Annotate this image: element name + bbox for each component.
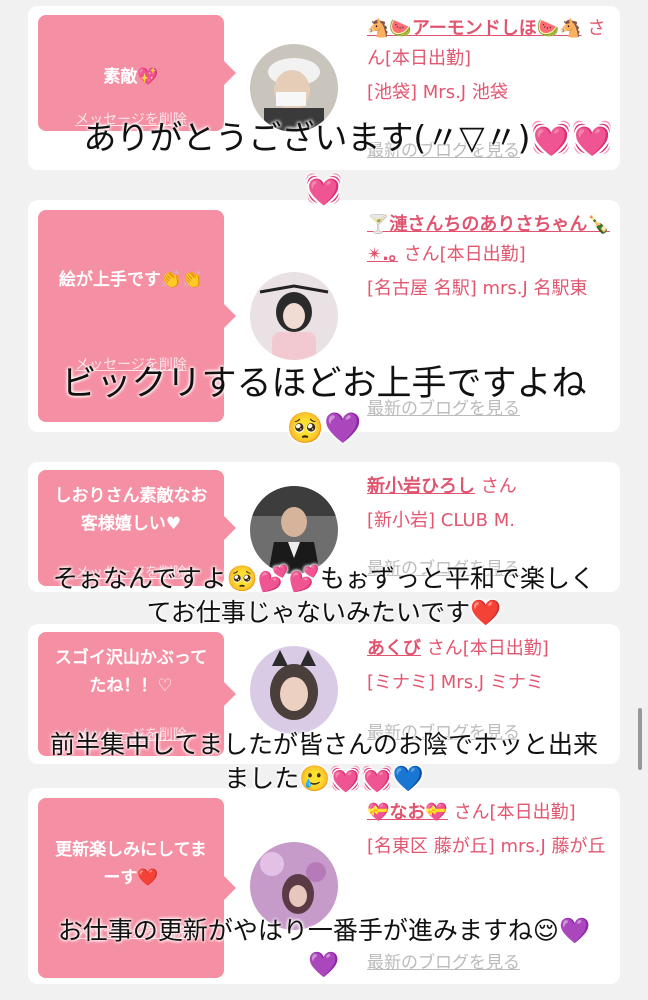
caption-5-emoji-2: 💜 bbox=[308, 950, 340, 979]
message-text: スゴイ沢山かぶってたね！！♡ bbox=[54, 648, 208, 696]
cast-status: さん[本日出勤] bbox=[453, 802, 576, 823]
shop-name: [ミナミ] Mrs.J ミナミ bbox=[367, 672, 544, 693]
cast-info: 🐴🍉アーモンドしほ🍉🐴 さん[本日出勤] [池袋] Mrs.J 池袋 bbox=[367, 14, 617, 108]
caption-2-text: ビックリするほどお上手ですよね bbox=[61, 364, 587, 404]
cast-info: 🍸漣さんちのありさちゃん🍾✴︎.｡ さん[本日出勤] [名古屋 名駅] mrs.… bbox=[367, 210, 617, 304]
cast-status: さん bbox=[480, 476, 517, 497]
caption-1-heart-emoji-2: 💓 bbox=[305, 172, 343, 207]
shop-name: [池袋] Mrs.J 池袋 bbox=[367, 82, 508, 103]
caption-4-heart-emoji: 💓💓💙 bbox=[330, 764, 424, 793]
caption-5: お仕事の更新がやはり一番手が進みますね😌💜 bbox=[0, 914, 648, 948]
caption-3-text-2: てお仕事じゃないみたいです bbox=[146, 598, 471, 627]
message-text: 素敵💖 bbox=[103, 67, 159, 87]
cast-status: さん[本日出勤] bbox=[403, 244, 526, 265]
cast-status: さん[本日出勤] bbox=[426, 638, 549, 659]
caption-1-text: ありがとうございます(〃▽〃) bbox=[83, 118, 531, 157]
caption-4-text: 前半集中してましたが皆さんのお陰でホッと出来 bbox=[49, 730, 598, 759]
message-text: 絵が上手です👏👏 bbox=[58, 270, 204, 290]
caption-2: ビックリするほどお上手ですよね bbox=[0, 362, 648, 406]
message-bubble: 素敵💖 メッセージを削除 bbox=[38, 15, 236, 131]
cast-name-link[interactable]: 💝なお💝 bbox=[367, 802, 448, 823]
caption-4-text-2: ました🥲 bbox=[224, 764, 331, 793]
caption-5-emoji: 💜 bbox=[558, 916, 591, 945]
cast-name-link[interactable]: 🐴🍉アーモンドしほ🍉🐴 bbox=[367, 18, 582, 39]
caption-4: 前半集中してましたが皆さんのお陰でホッと出来 bbox=[0, 728, 648, 762]
caption-2-emoji: 🥺💜 bbox=[286, 411, 362, 446]
caption-3: そぉなんですよ🥺💕💕もぉずっと平和で楽しく bbox=[0, 562, 648, 596]
shop-name: [名古屋 名駅] mrs.J 名駅東 bbox=[367, 278, 588, 299]
cast-name-link[interactable]: あくび bbox=[367, 638, 421, 659]
caption-5-line-2: 💜 bbox=[0, 948, 648, 982]
caption-1-heart-emoji: 💓💓 bbox=[530, 118, 613, 157]
message-text: 更新楽しみにしてまーす❤️ bbox=[55, 840, 207, 888]
caption-3-heart-emoji: ❤️ bbox=[470, 598, 502, 627]
avatar[interactable] bbox=[250, 486, 338, 574]
caption-1-line-2: 💓 bbox=[0, 172, 648, 208]
message-text: しおりさん素敵なお客様嬉しい♥ bbox=[54, 486, 208, 534]
caption-5-text: お仕事の更新がやはり一番手が進みますね😌 bbox=[57, 916, 559, 945]
shop-name: [名東区 藤が丘] mrs.J 藤が丘 bbox=[367, 836, 606, 857]
caption-3-line-2: てお仕事じゃないみたいです❤️ bbox=[0, 596, 648, 630]
avatar[interactable] bbox=[250, 272, 338, 360]
shop-name: [新小岩] CLUB M. bbox=[367, 510, 515, 531]
caption-2-line-2: 🥺💜 bbox=[0, 410, 648, 448]
scrollbar[interactable] bbox=[638, 708, 642, 770]
caption-1: ありがとうございます(〃▽〃)💓💓 bbox=[0, 118, 648, 158]
cast-info: あくび さん[本日出勤] [ミナミ] Mrs.J ミナミ bbox=[367, 634, 617, 698]
caption-4-line-2: ました🥲💓💓💙 bbox=[0, 762, 648, 796]
cast-info: 新小岩ひろし さん [新小岩] CLUB M. bbox=[367, 472, 617, 536]
cast-name-link[interactable]: 新小岩ひろし bbox=[367, 476, 475, 497]
avatar[interactable] bbox=[250, 646, 338, 734]
cast-info: 💝なお💝 さん[本日出勤] [名東区 藤が丘] mrs.J 藤が丘 bbox=[367, 798, 617, 862]
caption-3-text: そぉなんですよ🥺💕💕もぉずっと平和で楽しく bbox=[52, 564, 596, 593]
